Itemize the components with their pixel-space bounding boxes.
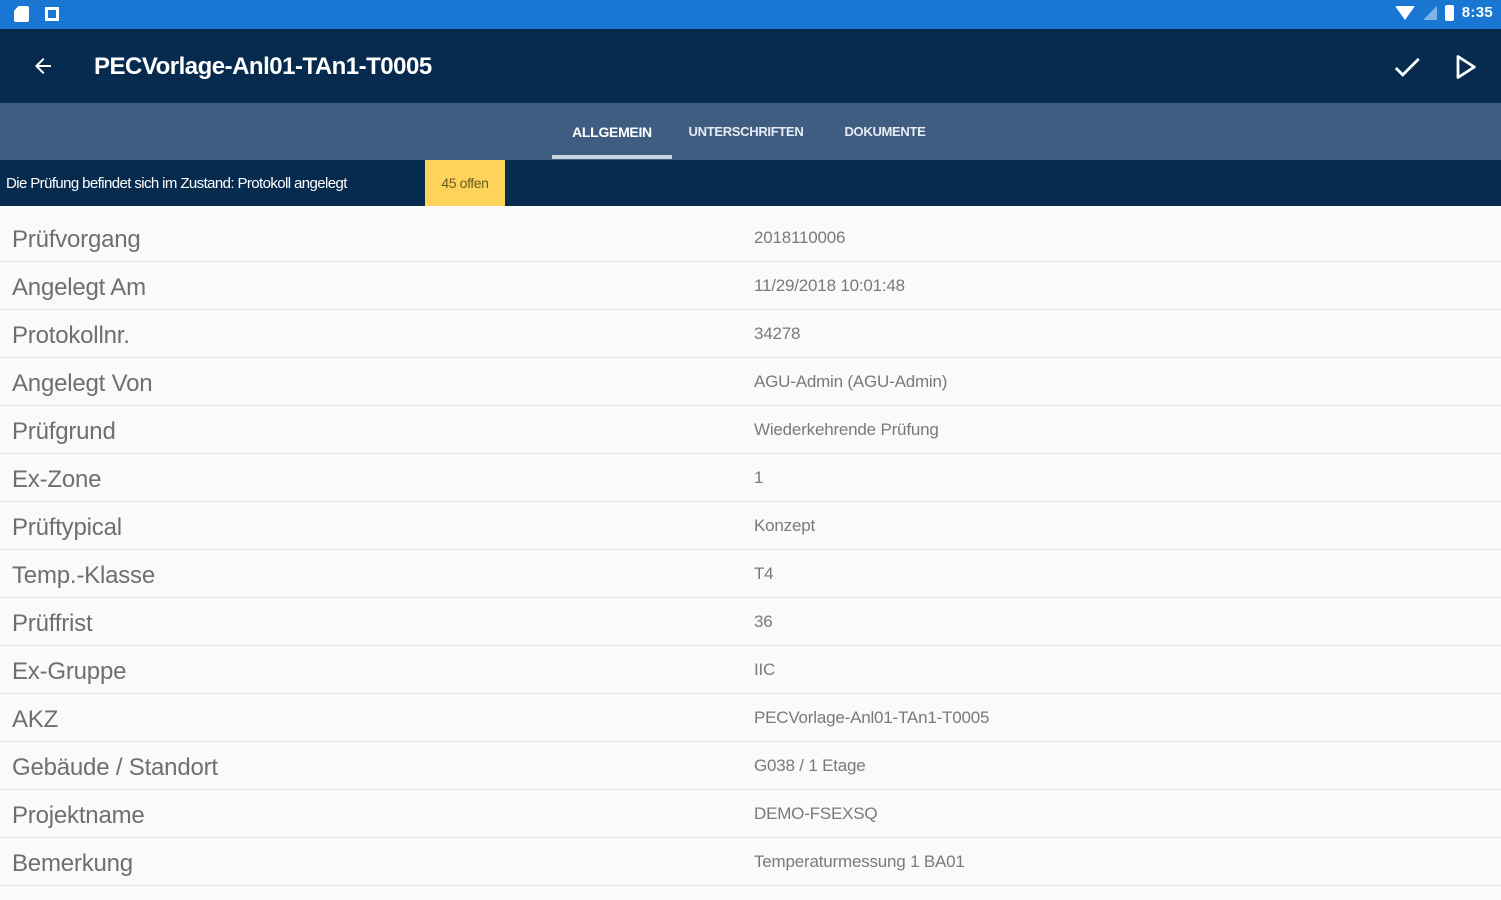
detail-label: Ex-Gruppe — [12, 658, 127, 685]
active-tab-indicator — [552, 155, 672, 159]
status-bar: 8:35 — [0, 0, 1501, 29]
confirm-button[interactable] — [1385, 45, 1429, 89]
state-bar: Die Prüfung befindet sich im Zustand: Pr… — [0, 160, 1501, 206]
detail-label: Bemerkung — [12, 850, 133, 877]
detail-label: Angelegt Von — [12, 370, 153, 397]
detail-row: Prüfgrund Wiederkehrende Prüfung — [0, 406, 1501, 454]
detail-row: Bemerkung Temperaturmessung 1 BA01 — [0, 838, 1501, 886]
detail-label: Prüfvorgang — [12, 226, 141, 253]
detail-row: Ex-Zone 1 — [0, 454, 1501, 502]
start-button[interactable] — [1443, 45, 1487, 89]
detail-value: PECVorlage-Anl01-TAn1-T0005 — [754, 708, 990, 727]
detail-value: IIC — [754, 660, 776, 679]
detail-label: Prüffrist — [12, 610, 93, 637]
detail-row: Protokollnr. 34278 — [0, 310, 1501, 358]
detail-label: Prüftypical — [12, 514, 122, 541]
detail-row: Prüffrist 36 — [0, 598, 1501, 646]
detail-row: Ex-Gruppe IIC — [0, 646, 1501, 694]
detail-row: AKZ PECVorlage-Anl01-TAn1-T0005 — [0, 694, 1501, 742]
open-items-badge[interactable]: 45 offen — [425, 160, 505, 206]
detail-value: 11/29/2018 10:01:48 — [754, 276, 905, 295]
detail-value: Konzept — [754, 516, 815, 535]
detail-row: Prüftypical Konzept — [0, 502, 1501, 550]
notification-square-icon — [45, 7, 59, 21]
tab-unterschriften[interactable]: UNTERSCHRIFTEN — [676, 103, 816, 160]
detail-label: Temp.-Klasse — [12, 562, 155, 589]
wifi-icon — [1394, 5, 1415, 20]
checkmark-icon — [1394, 57, 1420, 77]
detail-row: Projektname DEMO-FSEXSQ — [0, 790, 1501, 838]
detail-label: Protokollnr. — [12, 322, 130, 349]
detail-row: Prüfvorgang 2018110006 — [0, 214, 1501, 262]
detail-value: 2018110006 — [754, 228, 846, 247]
sd-card-icon — [14, 6, 29, 22]
details-list: Prüfvorgang 2018110006 Angelegt Am 11/29/2… — [0, 214, 1501, 886]
detail-label: Angelegt Am — [12, 274, 146, 301]
detail-value: T4 — [754, 564, 774, 583]
detail-row: Angelegt Am 11/29/2018 10:01:48 — [0, 262, 1501, 310]
status-bar-right: 8:35 — [1394, 4, 1493, 21]
detail-label: Prüfgrund — [12, 418, 116, 445]
tab-bar: ALLGEMEIN UNTERSCHRIFTEN DOKUMENTE — [0, 103, 1501, 160]
detail-value: 1 — [754, 468, 764, 487]
detail-value: DEMO-FSEXSQ — [754, 804, 878, 823]
detail-label: Gebäude / Standort — [12, 754, 218, 781]
detail-label: AKZ — [12, 706, 59, 733]
detail-value: G038 / 1 Etage — [754, 756, 866, 775]
status-bar-left — [14, 6, 59, 22]
play-icon — [1456, 55, 1476, 79]
tab-allgemein[interactable]: ALLGEMEIN — [552, 103, 672, 160]
detail-value: Temperaturmessung 1 BA01 — [754, 852, 965, 871]
status-time: 8:35 — [1461, 4, 1493, 21]
tab-dokumente[interactable]: DOKUMENTE — [826, 103, 944, 160]
battery-icon — [1444, 4, 1454, 21]
app-toolbar: PECVorlage-Anl01-TAn1-T0005 — [0, 29, 1501, 103]
arrow-back-icon — [35, 58, 51, 74]
detail-value: 34278 — [754, 324, 801, 343]
detail-value: Wiederkehrende Prüfung — [754, 420, 939, 439]
detail-row: Temp.-Klasse T4 — [0, 550, 1501, 598]
page-title: PECVorlage-Anl01-TAn1-T0005 — [94, 53, 432, 80]
signal-icon — [1422, 5, 1437, 20]
detail-label: Ex-Zone — [12, 466, 102, 493]
state-message: Die Prüfung befindet sich im Zustand: Pr… — [6, 175, 347, 192]
detail-value: AGU-Admin (AGU-Admin) — [754, 372, 948, 391]
detail-value: 36 — [754, 612, 773, 631]
back-button[interactable] — [22, 43, 64, 89]
detail-row: Gebäude / Standort G038 / 1 Etage — [0, 742, 1501, 790]
detail-label: Projektname — [12, 802, 145, 829]
detail-row: Angelegt Von AGU-Admin (AGU-Admin) — [0, 358, 1501, 406]
